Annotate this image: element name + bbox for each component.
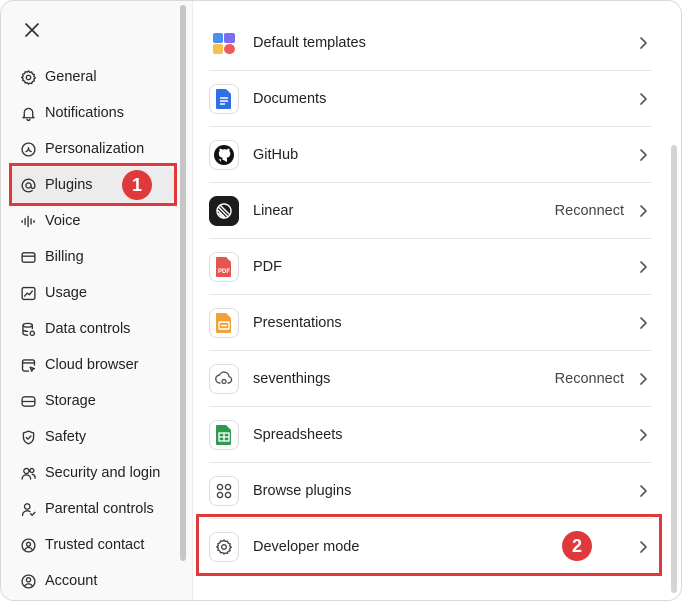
chart-icon xyxy=(19,284,37,302)
plugin-row-documents[interactable]: Documents xyxy=(209,71,652,127)
sidebar-item-safety[interactable]: Safety xyxy=(9,419,175,455)
sidebar-scrollbar[interactable] xyxy=(180,5,186,561)
voice-waveform-icon xyxy=(19,212,37,230)
sidebar-item-usage[interactable]: Usage xyxy=(9,275,175,311)
chevron-right-icon xyxy=(636,92,650,106)
plugin-label: Spreadsheets xyxy=(253,426,343,443)
plugin-label: GitHub xyxy=(253,146,299,163)
chevron-right-icon xyxy=(636,148,650,162)
sidebar-item-label: Notifications xyxy=(45,105,124,121)
sidebar-nav: General Notifications Personalization Pl… xyxy=(9,59,175,599)
sidebar-item-label: Billing xyxy=(45,249,84,265)
sidebar-item-label: Voice xyxy=(45,213,81,229)
plugin-row-linear[interactable]: Linear Reconnect xyxy=(209,183,652,239)
people-icon xyxy=(19,464,37,482)
plugin-row-default-templates[interactable]: Default templates xyxy=(209,15,652,71)
close-icon xyxy=(25,23,39,37)
gear-icon xyxy=(19,68,37,86)
annotation-box-developer-mode xyxy=(196,514,662,576)
plugin-row-spreadsheets[interactable]: Spreadsheets xyxy=(209,407,652,463)
sidebar-item-data-controls[interactable]: Data controls xyxy=(9,311,175,347)
sidebar-item-cloud-browser[interactable]: Cloud browser xyxy=(9,347,175,383)
sidebar-item-storage[interactable]: Storage xyxy=(9,383,175,419)
main-scrollbar[interactable] xyxy=(671,145,677,593)
documents-icon xyxy=(209,83,239,114)
sidebar-item-label: Personalization xyxy=(45,141,145,157)
presentations-icon xyxy=(209,307,239,338)
sidebar-item-label: Safety xyxy=(45,429,87,445)
chevron-right-icon xyxy=(636,260,650,274)
plugin-label: Default templates xyxy=(253,34,366,51)
chevron-right-icon xyxy=(636,204,650,218)
plugin-row-github[interactable]: GitHub xyxy=(209,127,652,183)
linear-icon xyxy=(209,195,239,226)
plugin-label: seventhings xyxy=(253,370,331,387)
storage-icon xyxy=(19,392,37,410)
reconnect-link[interactable]: Reconnect xyxy=(555,371,624,387)
plugin-label: Documents xyxy=(253,90,327,107)
contact-icon xyxy=(19,536,37,554)
annotation-badge-2: 2 xyxy=(562,531,592,561)
plugin-label: Browse plugins xyxy=(253,482,352,499)
sidebar-item-personalization[interactable]: Personalization xyxy=(9,131,175,167)
sidebar-item-label: Storage xyxy=(45,393,96,409)
shield-icon xyxy=(19,428,37,446)
sidebar-item-voice[interactable]: Voice xyxy=(9,203,175,239)
settings-sidebar: General Notifications Personalization Pl… xyxy=(1,1,193,600)
sidebar-item-parental-controls[interactable]: Parental controls xyxy=(9,491,175,527)
sidebar-item-label: General xyxy=(45,69,97,85)
settings-window: General Notifications Personalization Pl… xyxy=(0,0,682,601)
chevron-right-icon xyxy=(636,484,650,498)
sidebar-item-trusted-contact[interactable]: Trusted contact xyxy=(9,527,175,563)
plugin-row-pdf[interactable]: PDF PDF xyxy=(209,239,652,295)
sidebar-item-label: Cloud browser xyxy=(45,357,139,373)
sidebar-item-notifications[interactable]: Notifications xyxy=(9,95,175,131)
grid-icon xyxy=(209,475,239,506)
person-check-icon xyxy=(19,500,37,518)
card-icon xyxy=(19,248,37,266)
sidebar-item-security-login[interactable]: Security and login xyxy=(9,455,175,491)
chevron-right-icon xyxy=(636,372,650,386)
plugin-label: Presentations xyxy=(253,314,342,331)
plugin-row-seventhings[interactable]: seventhings Reconnect xyxy=(209,351,652,407)
close-button[interactable] xyxy=(21,19,43,41)
chevron-right-icon xyxy=(636,316,650,330)
sidebar-item-label: Data controls xyxy=(45,321,131,337)
sidebar-item-label: Security and login xyxy=(45,465,161,481)
sidebar-item-label: Account xyxy=(45,573,98,589)
plugin-label: PDF xyxy=(253,258,282,275)
sidebar-item-general[interactable]: General xyxy=(9,59,175,95)
database-icon xyxy=(19,320,37,338)
sidebar-item-label: Trusted contact xyxy=(45,537,145,553)
plugin-row-presentations[interactable]: Presentations xyxy=(209,295,652,351)
account-icon xyxy=(19,572,37,590)
plugin-label: Linear xyxy=(253,202,294,219)
sidebar-item-label: Usage xyxy=(45,285,87,301)
reconnect-link[interactable]: Reconnect xyxy=(555,203,624,219)
plugins-list: Default templates Documents GitHub Linea… xyxy=(193,1,681,600)
annotation-badge-1: 1 xyxy=(122,170,152,200)
templates-icon xyxy=(209,28,239,58)
seventhings-icon xyxy=(209,363,239,394)
pdf-icon: PDF xyxy=(209,251,239,282)
spreadsheets-icon xyxy=(209,419,239,450)
chevron-right-icon xyxy=(636,36,650,50)
browser-icon xyxy=(19,356,37,374)
bell-icon xyxy=(19,104,37,122)
sidebar-item-account[interactable]: Account xyxy=(9,563,175,599)
personalization-icon xyxy=(19,140,37,158)
pdf-icon-text: PDF xyxy=(218,269,230,275)
github-icon xyxy=(209,139,239,170)
chevron-right-icon xyxy=(636,428,650,442)
plugin-row-browse-plugins[interactable]: Browse plugins xyxy=(209,463,652,519)
sidebar-item-billing[interactable]: Billing xyxy=(9,239,175,275)
sidebar-item-label: Parental controls xyxy=(45,501,154,517)
